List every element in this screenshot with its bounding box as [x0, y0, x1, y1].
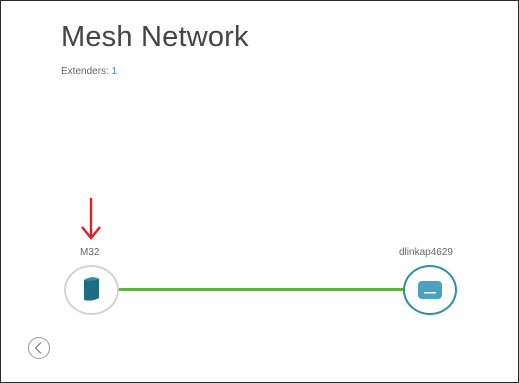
node-m32[interactable] [64, 265, 119, 315]
mesh-link-line [117, 288, 405, 291]
node-label-m32: M32 [80, 247, 100, 258]
extenders-count: 1 [111, 66, 118, 77]
chevron-left-icon [34, 342, 42, 354]
extenders-label: Extenders: [61, 66, 109, 77]
extenders-summary: Extenders: 1 [61, 66, 117, 77]
red-arrow-down-icon [81, 198, 101, 240]
mesh-extender-icon [84, 277, 99, 301]
node-label-dlinkap4629: dlinkap4629 [399, 247, 453, 258]
page-title: Mesh Network [61, 21, 249, 53]
back-button[interactable] [28, 337, 50, 359]
router-icon [418, 281, 442, 299]
node-dlinkap4629[interactable] [403, 265, 457, 315]
mesh-network-panel: Mesh Network Extenders: 1 M32 dlinkap462… [0, 0, 519, 383]
